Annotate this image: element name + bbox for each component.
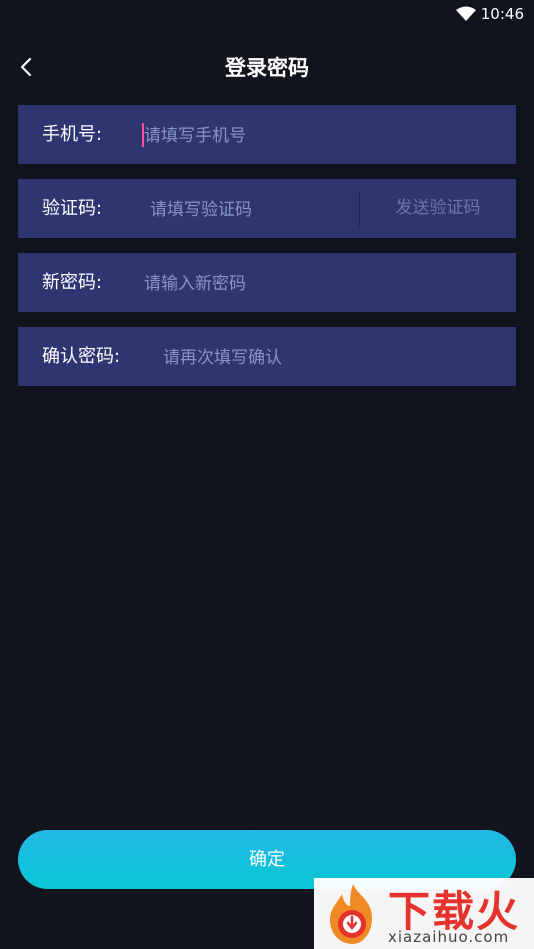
code-label: 验证码: [42, 198, 103, 219]
phone-input[interactable] [142, 115, 506, 156]
send-code-button[interactable]: 发送验证码 [360, 179, 516, 238]
fire-logo-icon [330, 884, 372, 944]
new-password-label: 新密码: [42, 272, 103, 293]
watermark-url: xiazaihuo.com [388, 928, 510, 946]
code-input[interactable] [148, 189, 357, 230]
confirm-password-label: 确认密码: [42, 346, 121, 367]
new-password-input[interactable] [142, 263, 506, 304]
phone-label: 手机号: [42, 124, 103, 145]
header: 登录密码 [0, 40, 534, 94]
status-bar: 10:46 [0, 0, 534, 28]
code-row: 验证码: 发送验证码 [18, 179, 516, 238]
confirm-password-row: 确认密码: [18, 327, 516, 386]
phone-row: 手机号: [18, 105, 516, 164]
page-title: 登录密码 [225, 56, 309, 80]
new-password-row: 新密码: [18, 253, 516, 312]
wifi-icon [456, 6, 476, 21]
watermark: 下载火 xiazaihuo.com [314, 878, 534, 949]
status-time: 10:46 [480, 5, 524, 23]
confirm-password-input[interactable] [161, 337, 505, 378]
